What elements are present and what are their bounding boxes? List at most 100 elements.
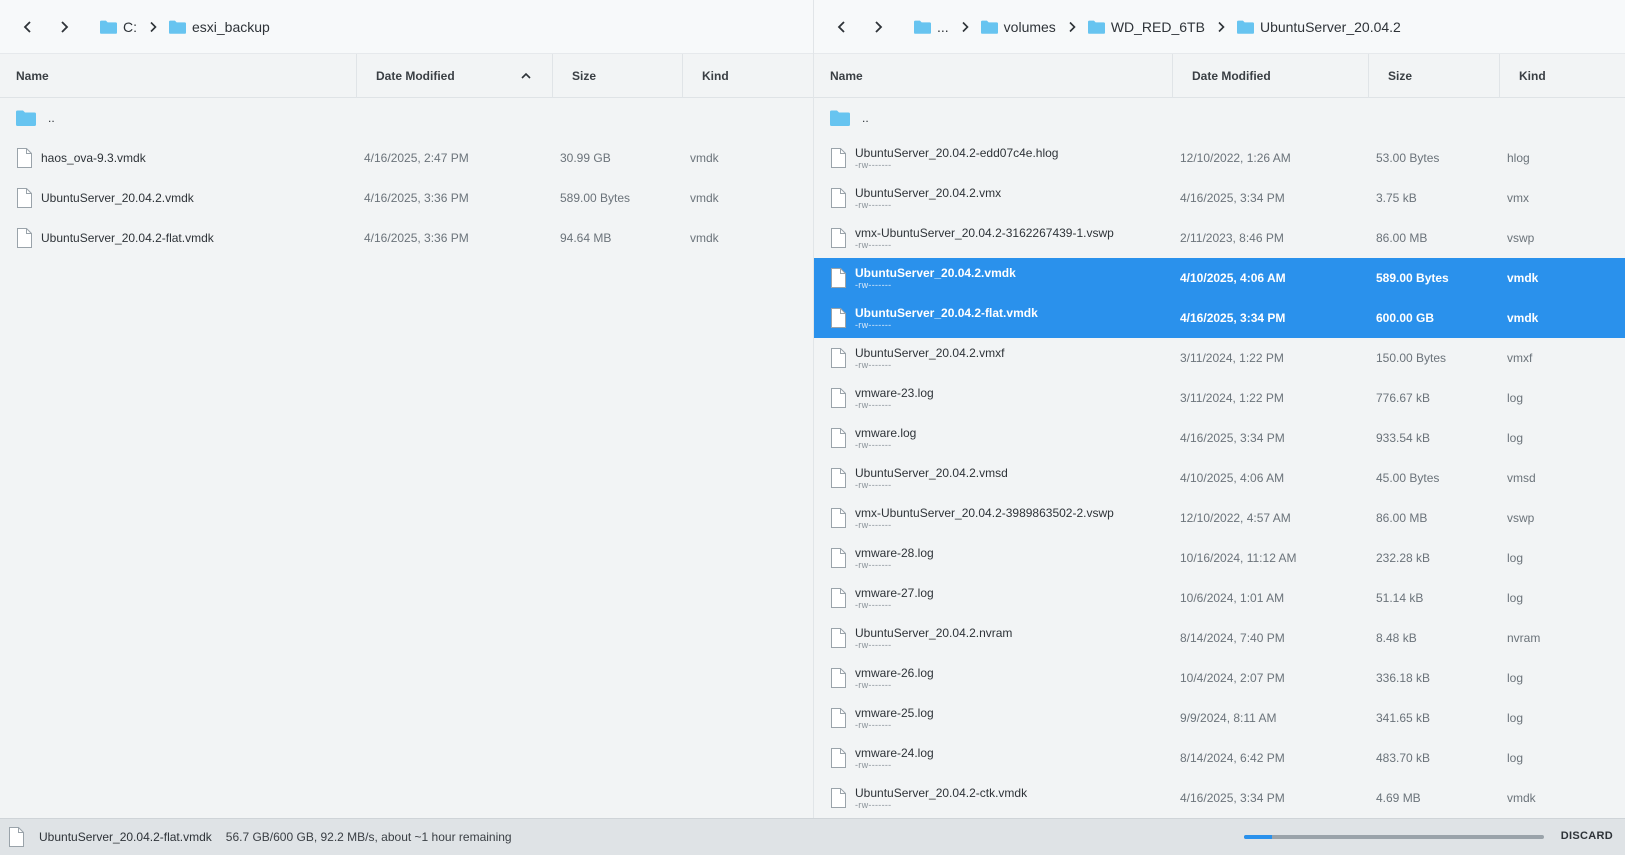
file-kind: log [1507, 751, 1524, 765]
file-kind: vswp [1507, 511, 1535, 525]
file-row[interactable]: vmx-UbuntuServer_20.04.2-3989863502-2.vs… [814, 498, 1625, 538]
file-row[interactable]: UbuntuServer_20.04.2.vmdk 4/16/2025, 3:36… [0, 178, 813, 218]
file-kind: hlog [1507, 151, 1530, 165]
column-date-modified[interactable]: Date Modified [1173, 53, 1369, 98]
file-date: 10/16/2024, 11:12 AM [1180, 551, 1297, 565]
folder-icon [169, 20, 186, 34]
file-row[interactable]: vmware-23.log -rw------- 3/11/2024, 1:22 P… [814, 378, 1625, 418]
file-name-cell: UbuntuServer_20.04.2.vmx -rw------- [814, 178, 1173, 218]
file-icon [17, 148, 32, 168]
breadcrumb-item[interactable]: esxi_backup [169, 19, 270, 35]
file-name-cell: vmware-27.log -rw------- [814, 578, 1173, 618]
left-column-header: Name Date Modified Size Kind [0, 53, 813, 98]
back-button[interactable] [824, 9, 860, 45]
discard-button[interactable]: DISCARD [1561, 830, 1613, 842]
file-row[interactable]: UbuntuServer_20.04.2-flat.vmdk -rw-------… [814, 298, 1625, 338]
file-icon [831, 588, 846, 608]
parent-folder-label: .. [862, 111, 869, 125]
back-button[interactable] [10, 9, 46, 45]
file-icon [831, 708, 846, 728]
file-permissions: -rw------- [855, 479, 892, 490]
folder-icon [1087, 20, 1105, 34]
file-name: UbuntuServer_20.04.2.vmx [855, 185, 1002, 200]
file-icon [9, 827, 24, 847]
column-name[interactable]: Name [0, 53, 357, 98]
file-date: 8/14/2024, 7:40 PM [1180, 631, 1285, 645]
file-kind: log [1507, 671, 1524, 685]
column-kind[interactable]: Kind [683, 54, 813, 98]
file-kind: vswp [1507, 231, 1535, 245]
file-size: 776.67 kB [1376, 391, 1431, 405]
file-row[interactable]: vmware.log -rw------- 4/16/2025, 3:34 PM 93… [814, 418, 1625, 458]
file-size: 3.75 kB [1376, 191, 1417, 205]
file-kind: log [1507, 391, 1524, 405]
file-row[interactable]: UbuntuServer_20.04.2-flat.vmdk 4/16/2025,… [0, 218, 813, 258]
file-kind: log [1507, 431, 1524, 445]
file-name: vmware-24.log [855, 745, 934, 760]
file-date: 9/9/2024, 8:11 AM [1180, 711, 1277, 725]
breadcrumb-item[interactable]: WD_RED_6TB [1087, 19, 1227, 35]
column-size[interactable]: Size [1369, 53, 1500, 98]
file-name-cell: UbuntuServer_20.04.2.vmdk -rw------- [814, 258, 1173, 298]
file-name-stack: vmware-24.log -rw------- [855, 746, 934, 771]
file-row[interactable]: UbuntuServer_20.04.2-edd07c4e.hlog -rw---… [814, 138, 1625, 178]
column-size[interactable]: Size [553, 53, 683, 98]
file-kind: vmsd [1507, 471, 1536, 485]
file-row[interactable]: vmware-28.log -rw------- 10/16/2024, 11:12… [814, 538, 1625, 578]
file-row[interactable]: UbuntuServer_20.04.2.vmx -rw------- 4/16/2… [814, 178, 1625, 218]
file-size: 336.18 kB [1376, 671, 1431, 685]
file-row[interactable]: UbuntuServer_20.04.2.vmsd -rw------- 4/10/… [814, 458, 1625, 498]
parent-folder-row[interactable]: .. [814, 98, 1625, 138]
column-kind[interactable]: Kind [1500, 54, 1625, 98]
column-date-modified[interactable]: Date Modified [357, 53, 553, 98]
file-row[interactable]: UbuntuServer_20.04.2.vmdk -rw------- 4/10/… [814, 258, 1625, 298]
file-name-cell: vmware-28.log -rw------- [814, 538, 1173, 578]
file-icon [17, 228, 32, 248]
file-name: UbuntuServer_20.04.2-edd07c4e.hlog [855, 145, 1059, 160]
file-icon [831, 148, 846, 168]
chevron-right-icon [962, 21, 969, 32]
file-kind: vmdk [690, 191, 719, 205]
breadcrumb-item[interactable]: ... [914, 19, 971, 35]
forward-button[interactable] [46, 9, 82, 45]
file-row[interactable]: haos_ova-9.3.vmdk 4/16/2025, 2:47 PM 30.99… [0, 138, 813, 178]
breadcrumb-item[interactable]: volumes [980, 19, 1078, 35]
file-row[interactable]: vmx-UbuntuServer_20.04.2-3162267439-1.vs… [814, 218, 1625, 258]
file-name: UbuntuServer_20.04.2-flat.vmdk [41, 231, 214, 245]
progress-fill [1244, 835, 1273, 839]
file-kind: log [1507, 551, 1524, 565]
file-size: 45.00 Bytes [1376, 471, 1440, 485]
forward-button[interactable] [860, 9, 896, 45]
folder-icon [914, 20, 931, 34]
column-name[interactable]: Name [814, 53, 1173, 98]
file-date: 8/14/2024, 6:42 PM [1180, 751, 1285, 765]
breadcrumb-item[interactable]: C: [100, 19, 159, 35]
file-row[interactable]: UbuntuServer_20.04.2.vmxf -rw------- 3/11/… [814, 338, 1625, 378]
file-row[interactable]: UbuntuServer_20.04.2-ctk.vmdk -rw------- 4… [814, 778, 1625, 818]
file-date: 2/11/2023, 8:46 PM [1180, 231, 1284, 245]
file-name: haos_ova-9.3.vmdk [41, 151, 146, 165]
file-row[interactable]: vmware-25.log -rw------- 9/9/2024, 8:11 AM… [814, 698, 1625, 738]
file-row[interactable]: vmware-27.log -rw------- 10/6/2024, 1:01 A… [814, 578, 1625, 618]
file-permissions: -rw------- [855, 159, 892, 170]
file-row[interactable]: UbuntuServer_20.04.2.nvram -rw------- 8/14… [814, 618, 1625, 658]
parent-folder-row[interactable]: .. [0, 98, 813, 138]
sort-ascending-icon [521, 72, 531, 79]
file-size: 4.69 MB [1376, 791, 1421, 805]
file-icon [831, 388, 846, 408]
file-size: 341.65 kB [1376, 711, 1431, 725]
chevron-right-icon [1069, 21, 1076, 32]
file-size: 150.00 Bytes [1376, 351, 1447, 365]
file-row[interactable]: vmware-26.log -rw------- 10/4/2024, 2:07 P… [814, 658, 1625, 698]
file-name-cell: UbuntuServer_20.04.2.nvram -rw------- [814, 618, 1173, 658]
file-name: vmware-27.log [855, 585, 934, 600]
breadcrumb-label: ... [937, 18, 949, 35]
file-date: 4/10/2025, 4:06 AM [1180, 471, 1285, 485]
right-column-header: Name Date Modified Size Kind [814, 53, 1625, 98]
breadcrumb-item[interactable]: UbuntuServer_20.04.2 [1236, 19, 1401, 35]
file-name-cell: vmware-23.log -rw------- [814, 378, 1173, 418]
file-row[interactable]: vmware-24.log -rw------- 8/14/2024, 6:42 P… [814, 738, 1625, 778]
file-icon [831, 468, 846, 488]
file-kind: log [1507, 591, 1524, 605]
file-name-cell: vmx-UbuntuServer_20.04.2-3989863502-2.vs… [814, 498, 1173, 538]
